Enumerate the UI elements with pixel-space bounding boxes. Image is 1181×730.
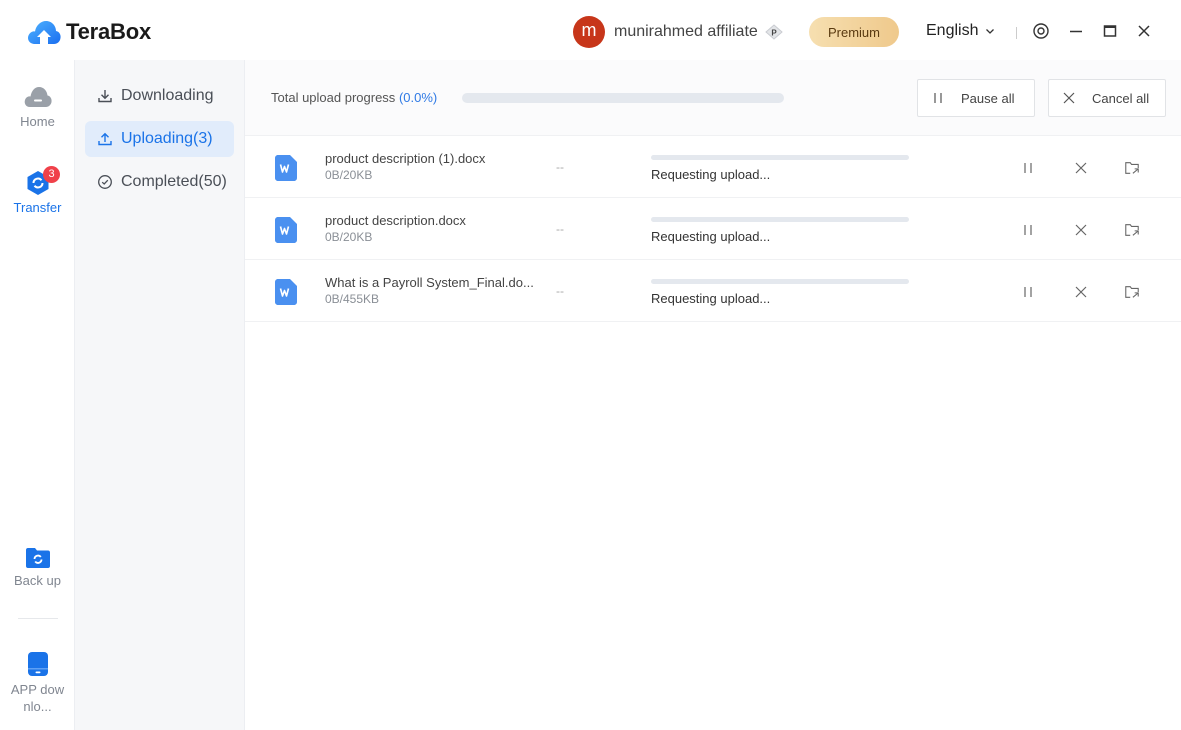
title-bar: TeraBox m munirahmed affiliate P Premium… xyxy=(0,0,1181,60)
home-cloud-icon xyxy=(24,87,52,107)
subnav-label: Downloading xyxy=(121,87,214,104)
user-account[interactable]: m munirahmed affiliate P xyxy=(573,16,784,48)
pause-icon[interactable] xyxy=(1020,160,1036,176)
word-file-icon xyxy=(275,279,297,305)
minimize-icon[interactable] xyxy=(1067,22,1085,40)
open-folder-icon[interactable] xyxy=(1124,284,1140,300)
upload-icon xyxy=(98,132,112,146)
upload-speed: -- xyxy=(556,222,564,236)
open-folder-icon[interactable] xyxy=(1124,222,1140,238)
username[interactable]: munirahmed affiliate xyxy=(614,23,758,41)
language-label: English xyxy=(926,22,979,39)
upload-list: product description (1).docx 0B/20KB -- … xyxy=(245,136,1181,322)
vip-badge-icon: P xyxy=(765,24,783,40)
divider xyxy=(1016,27,1017,39)
total-progress-text: Total upload progress xyxy=(271,90,396,105)
cancel-icon[interactable] xyxy=(1073,222,1089,238)
backup-folder-icon xyxy=(25,548,50,568)
app-logo: TeraBox xyxy=(26,18,151,46)
terabox-logo-icon xyxy=(28,21,61,44)
chevron-down-icon xyxy=(986,29,995,34)
file-size: 0B/455KB xyxy=(325,292,380,306)
file-progress-bar xyxy=(651,217,909,222)
pause-all-button[interactable]: Pause all xyxy=(917,79,1035,117)
file-progress-bar xyxy=(651,279,909,284)
file-progress-bar xyxy=(651,155,909,160)
upload-row[interactable]: product description.docx 0B/20KB -- Requ… xyxy=(245,198,1181,260)
subnav-completed[interactable]: Completed(50) xyxy=(85,164,234,200)
upload-row[interactable]: What is a Payroll System_Final.do... 0B/… xyxy=(245,260,1181,322)
subnav-label: Completed(50) xyxy=(121,173,227,190)
maximize-icon[interactable] xyxy=(1101,22,1119,40)
subnav-downloading[interactable]: Downloading xyxy=(85,78,234,114)
upload-status: Requesting upload... xyxy=(651,291,771,306)
subnav-uploading[interactable]: Uploading(3) xyxy=(85,121,234,157)
cancel-icon[interactable] xyxy=(1073,160,1089,176)
nav-item-app-download[interactable]: APP downlo... xyxy=(0,651,75,715)
file-name: product description.docx xyxy=(325,213,466,228)
transfer-subnav: Downloading Uploading(3) Completed(50) xyxy=(75,60,245,730)
cancel-icon[interactable] xyxy=(1073,284,1089,300)
pause-icon xyxy=(934,93,942,103)
svg-text:P: P xyxy=(771,29,777,38)
nav-label-app-download: APP downlo... xyxy=(10,682,65,714)
nav-label-home: Home xyxy=(20,114,55,129)
nav-item-home[interactable]: Home xyxy=(0,84,75,129)
file-name: What is a Payroll System_Final.do... xyxy=(325,275,534,290)
upload-row[interactable]: product description (1).docx 0B/20KB -- … xyxy=(245,136,1181,198)
nav-divider xyxy=(18,618,58,619)
open-folder-icon[interactable] xyxy=(1124,160,1140,176)
upload-speed: -- xyxy=(556,160,564,174)
left-nav: Home 3 Transfer Back up APP downlo... xyxy=(0,60,75,730)
close-icon xyxy=(1063,92,1075,104)
avatar[interactable]: m xyxy=(573,16,605,48)
upload-list-panel: Total upload progress (0.0%) Pause all C… xyxy=(245,60,1181,730)
phone-icon xyxy=(27,652,48,676)
download-icon xyxy=(98,90,112,103)
upload-status: Requesting upload... xyxy=(651,229,771,244)
language-selector[interactable]: English xyxy=(926,22,995,40)
premium-button[interactable]: Premium xyxy=(809,17,899,47)
total-progress-bar xyxy=(462,93,784,103)
upload-toolbar: Total upload progress (0.0%) Pause all C… xyxy=(245,60,1181,136)
pause-icon[interactable] xyxy=(1020,284,1036,300)
upload-status: Requesting upload... xyxy=(651,167,771,182)
pause-icon[interactable] xyxy=(1020,222,1036,238)
pause-all-label: Pause all xyxy=(961,90,1015,106)
settings-icon[interactable] xyxy=(1032,22,1050,40)
file-size: 0B/20KB xyxy=(325,168,373,182)
cancel-all-button[interactable]: Cancel all xyxy=(1048,79,1166,117)
nav-label-backup: Back up xyxy=(14,573,61,588)
close-icon[interactable] xyxy=(1135,22,1153,40)
total-progress-label: Total upload progress (0.0%) xyxy=(271,90,437,105)
check-circle-icon xyxy=(98,175,112,189)
cancel-all-label: Cancel all xyxy=(1092,90,1150,106)
upload-speed: -- xyxy=(556,284,564,298)
nav-label-transfer: Transfer xyxy=(13,200,62,215)
word-file-icon xyxy=(275,155,297,181)
total-progress-percent: (0.0%) xyxy=(398,90,438,105)
file-name: product description (1).docx xyxy=(325,151,486,166)
transfer-count-badge: 3 xyxy=(43,166,60,183)
word-file-icon xyxy=(275,217,297,243)
nav-item-transfer[interactable]: 3 Transfer xyxy=(0,166,75,215)
subnav-label: Uploading(3) xyxy=(121,130,213,147)
nav-item-backup[interactable]: Back up xyxy=(0,547,75,588)
app-name: TeraBox xyxy=(66,19,151,44)
file-size: 0B/20KB xyxy=(325,230,373,244)
